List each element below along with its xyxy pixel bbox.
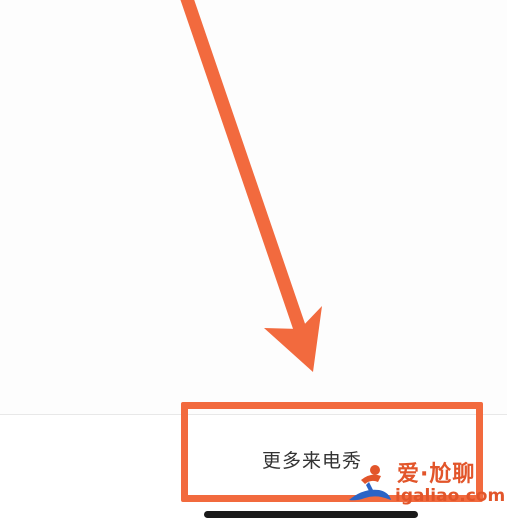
content-area bbox=[0, 0, 507, 414]
screen: 更多来电秀 爱·尬聊 igaliao.com bbox=[0, 0, 507, 525]
watermark-logo-icon bbox=[349, 465, 391, 501]
watermark: 爱·尬聊 igaliao.com bbox=[345, 456, 505, 516]
watermark-brand-text: 爱·尬聊 bbox=[397, 462, 476, 487]
watermark-url-text: igaliao.com bbox=[395, 486, 506, 506]
